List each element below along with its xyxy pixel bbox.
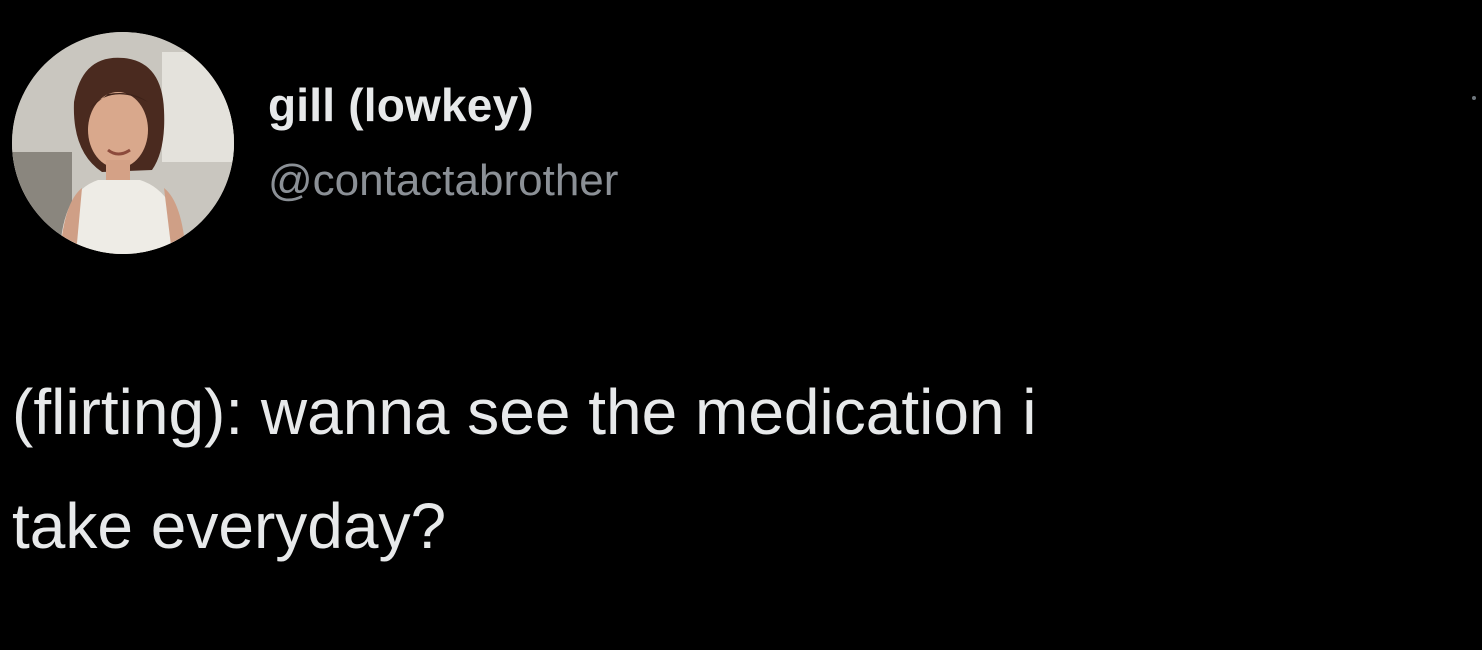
more-options-icon[interactable] — [1472, 96, 1476, 100]
tweet-header: gill (lowkey) @contactabrother — [12, 32, 618, 254]
avatar-photo-icon — [12, 32, 234, 254]
tweet-card: gill (lowkey) @contactabrother (flirting… — [0, 0, 1482, 650]
author-handle[interactable]: @contactabrother — [268, 154, 618, 208]
tweet-text: (flirting): wanna see the medication i t… — [12, 376, 1037, 562]
author-display-name[interactable]: gill (lowkey) — [268, 78, 618, 132]
author-info: gill (lowkey) @contactabrother — [268, 78, 618, 208]
avatar[interactable] — [12, 32, 234, 254]
